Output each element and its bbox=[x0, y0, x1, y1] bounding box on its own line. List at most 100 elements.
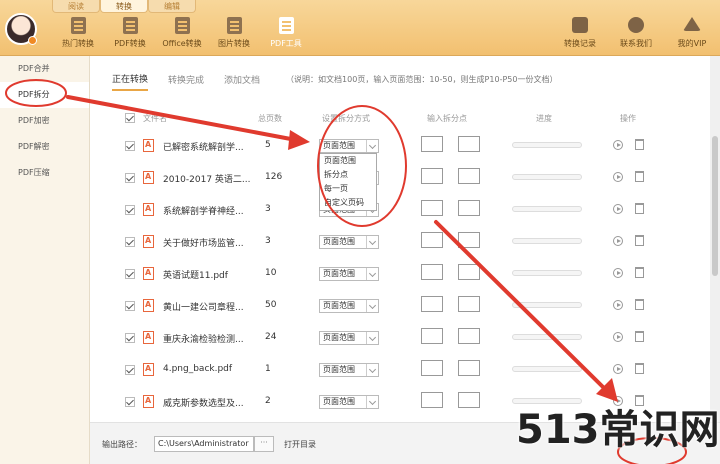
play-icon[interactable] bbox=[613, 140, 623, 150]
split-point-input-end[interactable] bbox=[458, 392, 480, 408]
split-point-input-end[interactable] bbox=[458, 136, 480, 152]
tool-pdf-tools[interactable]: PDF工具 bbox=[260, 17, 312, 49]
row-checkbox[interactable] bbox=[125, 173, 135, 183]
split-point-input-start[interactable] bbox=[421, 296, 443, 312]
split-point-input-end[interactable] bbox=[458, 200, 480, 216]
tab-convert[interactable]: 转换 bbox=[100, 0, 148, 13]
conversion-history-button[interactable]: 转换记录 bbox=[552, 17, 608, 49]
split-mode-select[interactable]: 页面范围 bbox=[319, 395, 379, 409]
chevron-down-icon[interactable] bbox=[366, 236, 378, 248]
split-point-input-end[interactable] bbox=[458, 360, 480, 376]
split-mode-select[interactable]: 页面范围 bbox=[319, 363, 379, 377]
dropdown-option[interactable]: 页面范围 bbox=[320, 154, 376, 168]
select-all-checkbox[interactable] bbox=[125, 113, 135, 123]
progress-bar bbox=[512, 142, 582, 148]
split-mode-select[interactable]: 页面范围 bbox=[319, 139, 379, 153]
sidebar-item-split[interactable]: PDF拆分 bbox=[0, 82, 89, 108]
play-icon[interactable] bbox=[613, 332, 623, 342]
split-point-input-end[interactable] bbox=[458, 168, 480, 184]
split-point-input-start[interactable] bbox=[421, 168, 443, 184]
split-point-input-end[interactable] bbox=[458, 232, 480, 248]
tab-completed[interactable]: 转换完成 bbox=[168, 73, 204, 90]
split-mode-select[interactable]: 页面范围 bbox=[319, 299, 379, 313]
split-mode-select[interactable]: 页面范围 bbox=[319, 267, 379, 281]
scrollbar-thumb[interactable] bbox=[712, 136, 718, 276]
split-mode-dropdown[interactable]: 页面范围 拆分点 每一页 自定义页码 bbox=[319, 153, 377, 211]
split-point-input-start[interactable] bbox=[421, 392, 443, 408]
chevron-down-icon[interactable] bbox=[366, 332, 378, 344]
split-point-input-start[interactable] bbox=[421, 200, 443, 216]
split-point-input-start[interactable] bbox=[421, 328, 443, 344]
tab-converting[interactable]: 正在转换 bbox=[112, 72, 149, 91]
split-mode-select[interactable]: 页面范围 bbox=[319, 331, 379, 345]
play-icon[interactable] bbox=[613, 396, 623, 406]
table-row: 已解密系统解剖学... 5 页面范围 bbox=[90, 130, 710, 162]
play-icon[interactable] bbox=[613, 300, 623, 310]
trash-icon[interactable] bbox=[635, 267, 644, 278]
split-point-input-end[interactable] bbox=[458, 328, 480, 344]
split-point-input-start[interactable] bbox=[421, 264, 443, 280]
open-directory-link[interactable]: 打开目录 bbox=[284, 439, 316, 450]
trash-icon[interactable] bbox=[635, 171, 644, 182]
contact-us-button[interactable]: 联系我们 bbox=[608, 17, 664, 49]
split-point-input-start[interactable] bbox=[421, 232, 443, 248]
play-icon[interactable] bbox=[613, 236, 623, 246]
instruction-note: （说明：如文档100页，输入页面范围：10-50，则生成P10-P50一份文档） bbox=[286, 75, 558, 84]
play-icon[interactable] bbox=[613, 204, 623, 214]
tool-pdf-convert[interactable]: PDF转换 bbox=[104, 17, 156, 49]
add-document-button[interactable]: 添加文档 bbox=[224, 73, 260, 90]
row-checkbox[interactable] bbox=[125, 365, 135, 375]
sidebar-item-decrypt[interactable]: PDF解密 bbox=[0, 134, 89, 160]
row-checkbox[interactable] bbox=[125, 333, 135, 343]
trash-icon[interactable] bbox=[635, 139, 644, 150]
dropdown-option[interactable]: 自定义页码 bbox=[320, 196, 376, 210]
dropdown-option[interactable]: 拆分点 bbox=[320, 168, 376, 182]
row-checkbox[interactable] bbox=[125, 141, 135, 151]
play-icon[interactable] bbox=[613, 172, 623, 182]
dropdown-option[interactable]: 每一页 bbox=[320, 182, 376, 196]
sidebar-item-compress[interactable]: PDF压缩 bbox=[0, 160, 89, 186]
tab-edit[interactable]: 编辑 bbox=[148, 0, 196, 13]
trash-icon[interactable] bbox=[635, 395, 644, 406]
sidebar-item-merge[interactable]: PDF合并 bbox=[0, 56, 89, 82]
rtool-label: 联系我们 bbox=[620, 39, 652, 48]
output-path-field[interactable]: C:\Users\Administrator bbox=[154, 436, 254, 452]
chevron-down-icon[interactable] bbox=[366, 396, 378, 408]
sidebar-item-encrypt[interactable]: PDF加密 bbox=[0, 108, 89, 134]
split-point-input-start[interactable] bbox=[421, 360, 443, 376]
user-avatar[interactable] bbox=[5, 13, 37, 45]
split-point-input-end[interactable] bbox=[458, 296, 480, 312]
table-row: 2010-2017 英语二...126页面范围 bbox=[90, 162, 710, 194]
split-mode-select[interactable]: 页面范围 bbox=[319, 235, 379, 249]
trash-icon[interactable] bbox=[635, 203, 644, 214]
chevron-down-icon[interactable] bbox=[366, 140, 378, 152]
scrollbar[interactable] bbox=[710, 56, 720, 422]
split-point-input-end[interactable] bbox=[458, 264, 480, 280]
chevron-down-icon[interactable] bbox=[366, 300, 378, 312]
split-point-input-start[interactable] bbox=[421, 136, 443, 152]
chevron-down-icon[interactable] bbox=[366, 364, 378, 376]
tool-hot-convert[interactable]: 热门转换 bbox=[52, 17, 104, 49]
row-checkbox[interactable] bbox=[125, 301, 135, 311]
row-checkbox[interactable] bbox=[125, 269, 135, 279]
page-count: 2 bbox=[265, 396, 271, 406]
browse-button[interactable]: ··· bbox=[254, 436, 274, 452]
row-checkbox[interactable] bbox=[125, 397, 135, 407]
my-vip-button[interactable]: 我的VIP bbox=[664, 17, 720, 49]
rtool-label: 我的VIP bbox=[677, 39, 707, 48]
play-icon[interactable] bbox=[613, 364, 623, 374]
tool-image-convert[interactable]: 图片转换 bbox=[208, 17, 260, 49]
chevron-down-icon[interactable] bbox=[366, 268, 378, 280]
trash-icon[interactable] bbox=[635, 331, 644, 342]
play-icon[interactable] bbox=[613, 268, 623, 278]
output-path-label: 输出路径： bbox=[102, 440, 142, 449]
table-row: 重庆永渝检验检测... 24 页面范围 bbox=[90, 322, 710, 354]
row-checkbox[interactable] bbox=[125, 205, 135, 215]
trash-icon[interactable] bbox=[635, 299, 644, 310]
row-checkbox[interactable] bbox=[125, 237, 135, 247]
trash-icon[interactable] bbox=[635, 363, 644, 374]
tab-read[interactable]: 阅读 bbox=[52, 0, 100, 13]
trash-icon[interactable] bbox=[635, 235, 644, 246]
tool-office-convert[interactable]: Office转换 bbox=[156, 17, 208, 49]
progress-bar bbox=[512, 302, 582, 308]
